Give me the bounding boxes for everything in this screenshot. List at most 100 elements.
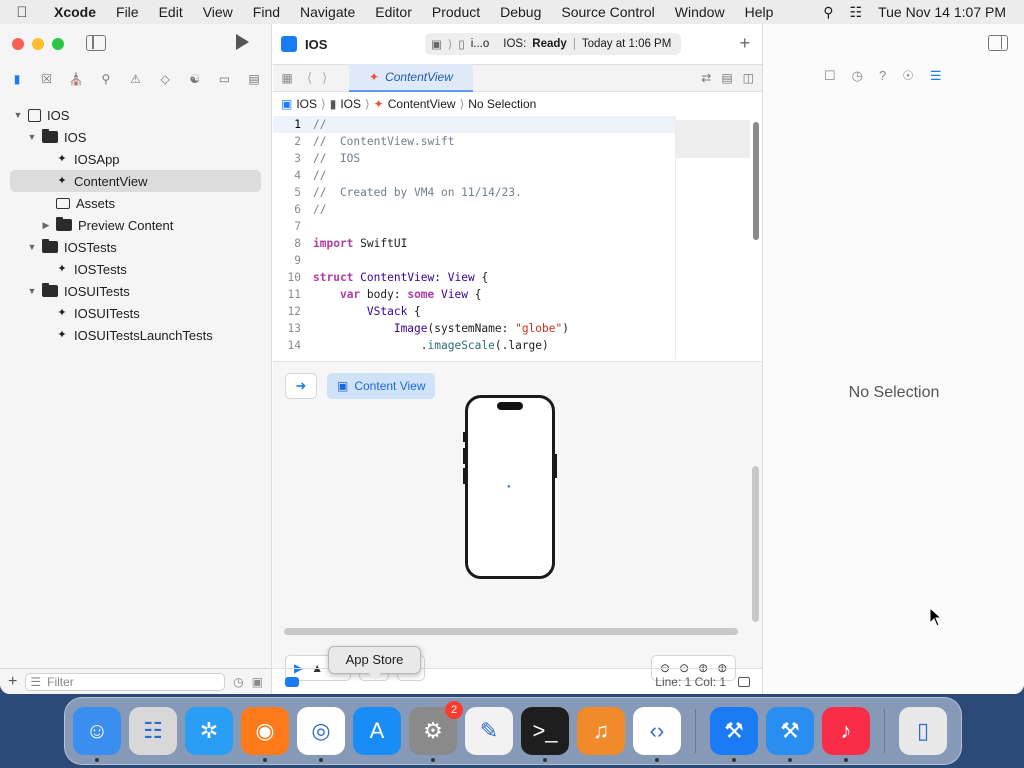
breadcrumb-file[interactable]: ContentView [388,97,456,111]
attributes-inspector-icon[interactable]: ☰ [930,68,942,84]
symbol-navigator-icon[interactable]: ⛪ [65,72,87,86]
quick-help-icon[interactable]: ? [879,68,886,84]
dock-finder[interactable]: ☺ [73,707,121,762]
menu-edit[interactable]: Edit [149,4,193,20]
tree-item-preview-content[interactable]: ▶ Preview Content [0,214,271,236]
dock-music[interactable]: ♪ [822,707,870,762]
control-center-icon[interactable]: ☷ [850,4,863,21]
tree-item-iosuitests-launch[interactable]: ✦ IOSUITestsLaunchTests [0,324,271,346]
navigator-toggle-icon[interactable] [86,35,106,51]
swap-icon[interactable]: ⇄ [701,71,711,85]
dock-app-store[interactable]: A [353,707,401,755]
device-icon[interactable]: ▯ [458,37,464,51]
menu-source-control[interactable]: Source Control [551,4,664,20]
editor-options-icon[interactable]: ▤ [721,71,732,85]
split-editor-icon[interactable]: ◫ [743,71,754,85]
tree-item-contentview[interactable]: ✦ ContentView [10,170,261,192]
tree-item-iosuitests-folder[interactable]: ▼ IOSUITests [0,280,271,302]
apple-menu-icon[interactable]:  [0,4,44,21]
breakpoint-navigator-icon[interactable]: ▭ [213,72,235,86]
preview-vertical-scrollbar[interactable] [752,466,759,622]
breakpoints-indicator-icon[interactable] [285,676,299,687]
breadcrumb-selection[interactable]: No Selection [468,97,536,111]
dock-firefox[interactable]: ◉ [241,707,289,762]
code-line[interactable]: 9 [273,252,675,269]
debug-navigator-icon[interactable]: ☯ [184,72,206,86]
code-line[interactable]: 1 // [273,116,675,133]
menu-find[interactable]: Find [243,4,290,20]
scm-filter-icon[interactable]: ▣ [252,675,263,689]
dock-trash[interactable]: ▯ [899,707,947,755]
tree-item-ios-project[interactable]: ▼ IOS [0,104,271,126]
recent-files-icon[interactable]: ◷ [233,675,243,689]
menu-file[interactable]: File [106,4,149,20]
breadcrumb-folder[interactable]: IOS [340,97,361,111]
dock-simulator[interactable]: ⚒ [766,707,814,762]
dock-terminal[interactable]: >_ [521,707,569,762]
code-line[interactable]: 3 // IOS [273,150,675,167]
code-line[interactable]: 14 . imageScale (.large) [273,337,675,354]
tree-item-iosuitests-file[interactable]: ✦ IOSUITests [0,302,271,324]
file-inspector-icon[interactable]: ☐ [824,68,836,84]
menu-clock[interactable]: Tue Nov 14 1:07 PM [878,4,1006,20]
disclosure-open-icon[interactable]: ▼ [26,242,38,252]
test-navigator-icon[interactable]: ◇ [154,72,176,86]
tab-contentview[interactable]: ✦ ContentView [349,64,473,92]
history-inspector-icon[interactable]: ◷ [852,68,863,84]
dock-launchpad[interactable]: ☷ [129,707,177,755]
code-line[interactable]: 7 [273,218,675,235]
filter-options-icon[interactable]: ☰ [30,675,41,689]
project-navigator-icon[interactable]: ▮ [6,72,28,86]
report-navigator-icon[interactable]: ▤ [243,72,265,86]
zoom-window-button[interactable] [52,38,64,50]
preview-selector[interactable]: ▣ Content View [327,373,435,399]
code-line[interactable]: 8 import SwiftUI [273,235,675,252]
menu-help[interactable]: Help [735,4,784,20]
tree-item-ios-folder[interactable]: ▼ IOS [0,126,271,148]
code-line[interactable]: 2 // ContentView.swift [273,133,675,150]
disclosure-open-icon[interactable]: ▼ [26,286,38,296]
dock-safari[interactable]: ✲ [185,707,233,755]
code-line[interactable]: 5 // Created by VM4 on 11/14/23. [273,184,675,201]
tree-item-iosapp[interactable]: ✦ IOSApp [0,148,271,170]
dock-chrome[interactable]: ◎ [297,707,345,762]
code-line[interactable]: 11 var body: some View { [273,286,675,303]
close-window-button[interactable] [12,38,24,50]
scheme-selector[interactable]: i...o [471,38,490,50]
scheme-icon[interactable]: ▣ [431,37,442,51]
code-line[interactable]: 6 // [273,201,675,218]
dock-vscode[interactable]: ‹› [633,707,681,762]
spotlight-search-icon[interactable]: ⚲ [823,4,833,21]
preview-horizontal-scrollbar[interactable] [284,628,738,635]
code-line[interactable]: 4 // [273,167,675,184]
add-file-icon[interactable]: + [8,673,17,691]
tree-item-assets[interactable]: Assets [0,192,271,214]
menu-view[interactable]: View [193,4,243,20]
source-control-navigator-icon[interactable]: ☒ [36,72,58,86]
find-navigator-icon[interactable]: ⚲ [95,72,117,86]
code-line[interactable]: 13 Image (systemName: "globe") [273,320,675,337]
library-add-icon[interactable]: + [739,33,750,54]
menu-window[interactable]: Window [665,4,735,20]
run-button[interactable] [236,34,249,50]
accessibility-inspector-icon[interactable]: ☉ [902,68,914,84]
dock-system-settings[interactable]: ⚙ 2 [409,701,463,762]
dock-xcode[interactable]: ⚒ [710,707,758,762]
dock-garageband[interactable]: ♫ [577,707,625,755]
code-line[interactable]: 12 VStack { [273,303,675,320]
activity-status[interactable]: ▣ ⟩ ▯ i...o IOS: Ready | Today at 1:06 P… [425,33,681,55]
menu-editor[interactable]: Editor [365,4,422,20]
tree-item-iostests-file[interactable]: ✦ IOSTests [0,258,271,280]
disclosure-closed-icon[interactable]: ▶ [40,220,52,231]
menu-product[interactable]: Product [422,4,490,20]
menu-navigate[interactable]: Navigate [290,4,365,20]
pin-icon[interactable]: ➜ [285,373,317,399]
editor-scrollbar[interactable] [753,122,759,240]
disclosure-open-icon[interactable]: ▼ [12,110,24,120]
dock-textedit[interactable]: ✎ [465,707,513,755]
related-items-icon[interactable]: ▦ [273,71,301,85]
minimap-viewport[interactable] [676,120,750,158]
menu-app-name[interactable]: Xcode [44,4,106,20]
debug-area-toggle-icon[interactable] [738,676,750,687]
minimize-window-button[interactable] [32,38,44,50]
